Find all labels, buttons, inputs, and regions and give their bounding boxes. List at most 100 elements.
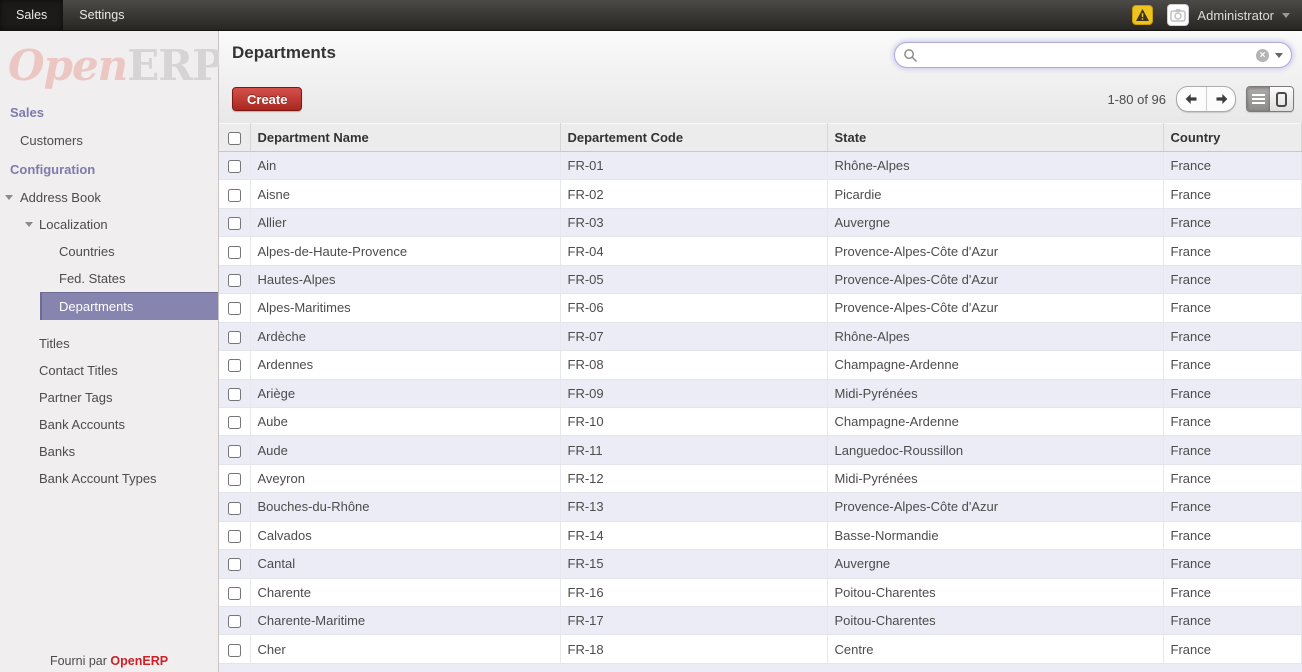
next-page-button[interactable] — [1206, 87, 1235, 111]
table-row[interactable]: Charente FR-16 Poitou-Charentes France — [219, 578, 1302, 606]
table-row[interactable]: Ardèche FR-07 Rhône-Alpes France — [219, 322, 1302, 350]
warning-icon[interactable] — [1132, 5, 1153, 25]
table-row[interactable]: Cher FR-18 Centre France — [219, 635, 1302, 663]
row-checkbox[interactable] — [228, 274, 241, 287]
table-row[interactable]: Allier FR-03 Auvergne France — [219, 208, 1302, 236]
column-header-department-name[interactable]: Department Name — [250, 124, 560, 152]
select-all-checkbox[interactable] — [228, 132, 241, 145]
create-button[interactable]: Create — [232, 87, 302, 111]
column-header-country[interactable]: Country — [1163, 124, 1302, 152]
row-checkbox-cell — [219, 635, 250, 663]
sidebar-item-contact-titles[interactable]: Contact Titles — [0, 357, 218, 384]
row-checkbox[interactable] — [228, 644, 241, 657]
user-chevron-down-icon[interactable] — [1282, 13, 1290, 18]
collapse-caret-icon[interactable] — [25, 222, 33, 227]
table-row[interactable]: Ariège FR-09 Midi-Pyrénées France — [219, 379, 1302, 407]
kanban-icon — [1276, 92, 1287, 107]
pager-range: 1-80 of 96 — [1107, 92, 1166, 107]
row-checkbox[interactable] — [228, 530, 241, 543]
cell-country: France — [1163, 379, 1302, 407]
cell-country: France — [1163, 208, 1302, 236]
table-row[interactable]: Calvados FR-14 Basse-Normandie France — [219, 521, 1302, 549]
row-checkbox[interactable] — [228, 445, 241, 458]
row-checkbox[interactable] — [228, 160, 241, 173]
cell-department-code: FR-17 — [560, 607, 827, 635]
list-icon — [1252, 94, 1265, 104]
sidebar-item-partner-tags[interactable]: Partner Tags — [0, 384, 218, 411]
cell-country: France — [1163, 521, 1302, 549]
table-row[interactable]: Aude FR-11 Languedoc-Roussillon France — [219, 436, 1302, 464]
row-checkbox[interactable] — [228, 388, 241, 401]
sidebar-item-address-book[interactable]: Address Book — [0, 184, 218, 211]
column-header-state[interactable]: State — [827, 124, 1163, 152]
row-checkbox[interactable] — [228, 473, 241, 486]
previous-page-button[interactable] — [1177, 87, 1206, 111]
cell-department-code: FR-09 — [560, 379, 827, 407]
row-checkbox[interactable] — [228, 587, 241, 600]
sidebar-item-countries[interactable]: Countries — [0, 238, 218, 265]
search-icon — [903, 48, 918, 63]
avatar[interactable] — [1167, 4, 1189, 26]
list-view-button[interactable] — [1247, 87, 1270, 111]
row-checkbox[interactable] — [228, 416, 241, 429]
table-row[interactable]: Charente-Maritime FR-17 Poitou-Charentes… — [219, 607, 1302, 635]
table-row[interactable]: Ardennes FR-08 Champagne-Ardenne France — [219, 351, 1302, 379]
cell-department-name: Hautes-Alpes — [250, 265, 560, 293]
sidebar-item-departments[interactable]: Departments — [40, 292, 218, 320]
row-checkbox[interactable] — [228, 615, 241, 628]
sidebar-item-localization[interactable]: Localization — [0, 211, 218, 238]
cell-department-name: Aude — [250, 436, 560, 464]
row-checkbox[interactable] — [228, 189, 241, 202]
sidebar-item-banks[interactable]: Banks — [0, 438, 218, 465]
sidebar-item-fed-states[interactable]: Fed. States — [0, 265, 218, 292]
row-checkbox[interactable] — [228, 558, 241, 571]
powered-by-footer: Fourni par OpenERP — [0, 654, 218, 668]
clear-search-icon[interactable]: × — [1256, 49, 1269, 62]
sidebar-item-bank-accounts[interactable]: Bank Accounts — [0, 411, 218, 438]
cell-department-name: Alpes-de-Haute-Provence — [250, 237, 560, 265]
footer-brand-link[interactable]: OpenERP — [110, 654, 168, 668]
table-row[interactable]: Hautes-Alpes FR-05 Provence-Alpes-Côte d… — [219, 265, 1302, 293]
search-options-chevron-icon[interactable] — [1275, 53, 1283, 58]
row-checkbox[interactable] — [228, 302, 241, 315]
table-row[interactable]: Cantal FR-15 Auvergne France — [219, 550, 1302, 578]
cell-country: France — [1163, 180, 1302, 208]
row-checkbox[interactable] — [228, 359, 241, 372]
menu-tab-settings[interactable]: Settings — [63, 0, 140, 30]
row-checkbox[interactable] — [228, 217, 241, 230]
control-panel: Departments × Create 1-80 of 96 — [219, 31, 1302, 123]
user-menu[interactable]: Administrator — [1197, 8, 1274, 23]
row-checkbox-cell — [219, 180, 250, 208]
menu-tab-sales[interactable]: Sales — [0, 0, 63, 30]
table-row[interactable]: Alpes-de-Haute-Provence FR-04 Provence-A… — [219, 237, 1302, 265]
cell-department-code: FR-15 — [560, 550, 827, 578]
page-title: Departments — [232, 43, 336, 63]
sidebar-item-titles[interactable]: Titles — [0, 330, 218, 357]
departments-table: Department Name Departement Code State C… — [219, 123, 1302, 664]
cell-state: Midi-Pyrénées — [827, 379, 1163, 407]
sidebar-item-customers[interactable]: Customers — [0, 127, 218, 154]
search-input[interactable] — [923, 45, 1256, 65]
row-checkbox-cell — [219, 208, 250, 236]
sidebar: OpenERP Sales Customers Configuration Ad… — [0, 31, 219, 672]
table-row[interactable]: Aube FR-10 Champagne-Ardenne France — [219, 407, 1302, 435]
table-row[interactable]: Aveyron FR-12 Midi-Pyrénées France — [219, 464, 1302, 492]
table-row[interactable]: Aisne FR-02 Picardie France — [219, 180, 1302, 208]
collapse-caret-icon[interactable] — [5, 195, 13, 200]
row-checkbox[interactable] — [228, 331, 241, 344]
kanban-view-button[interactable] — [1270, 87, 1293, 111]
table-row[interactable]: Ain FR-01 Rhône-Alpes France — [219, 152, 1302, 180]
table-row[interactable]: Bouches-du-Rhône FR-13 Provence-Alpes-Cô… — [219, 493, 1302, 521]
sidebar-item-bank-account-types[interactable]: Bank Account Types — [0, 465, 218, 492]
column-header-departement-code[interactable]: Departement Code — [560, 124, 827, 152]
cell-department-name: Ardennes — [250, 351, 560, 379]
row-checkbox-cell — [219, 351, 250, 379]
row-checkbox-cell — [219, 322, 250, 350]
logo-erp-text: ERP — [127, 41, 223, 90]
table-row[interactable]: Alpes-Maritimes FR-06 Provence-Alpes-Côt… — [219, 294, 1302, 322]
row-checkbox[interactable] — [228, 502, 241, 515]
row-checkbox[interactable] — [228, 246, 241, 259]
row-checkbox-cell — [219, 237, 250, 265]
cell-state: Provence-Alpes-Côte d'Azur — [827, 294, 1163, 322]
row-checkbox-cell — [219, 578, 250, 606]
